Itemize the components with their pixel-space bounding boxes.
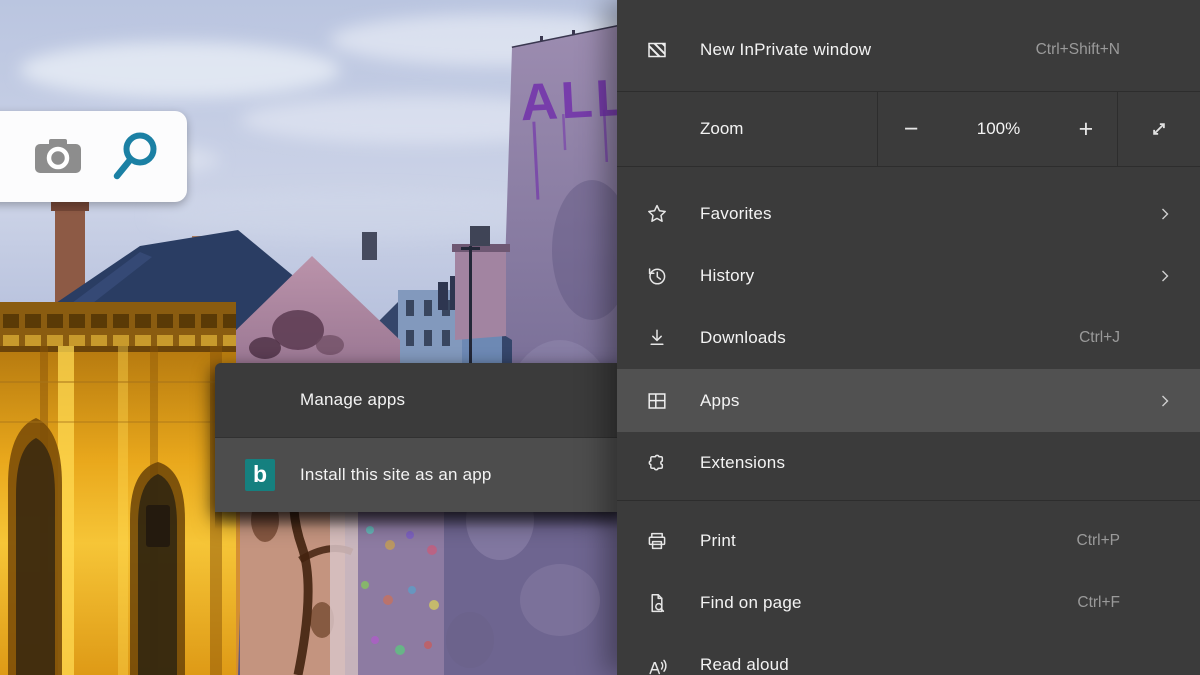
star-icon bbox=[645, 202, 669, 226]
submenu-item-label: Manage apps bbox=[300, 390, 406, 409]
menu-item-read-aloud[interactable]: Read aloud bbox=[617, 634, 1200, 675]
shortcut-hint: Ctrl+Shift+N bbox=[1035, 40, 1120, 58]
menu-item-label: Print bbox=[700, 531, 736, 550]
menu-item-zoom: Zoom − 100% + bbox=[617, 92, 1200, 166]
fullscreen-icon bbox=[1153, 123, 1165, 135]
apps-icon bbox=[645, 389, 669, 413]
puzzle-icon bbox=[645, 451, 669, 475]
search-icon bbox=[113, 132, 157, 179]
shortcut-hint: Ctrl+P bbox=[1076, 532, 1121, 549]
submenu-item-label: Install this site as an app bbox=[300, 465, 492, 484]
menu-item-history[interactable]: History bbox=[617, 245, 1200, 307]
submenu-item-manage-apps[interactable]: Manage apps bbox=[215, 363, 624, 437]
submenu-item-install-site-as-app[interactable]: b Install this site as an app bbox=[215, 438, 624, 512]
zoom-in-button[interactable]: + bbox=[1071, 109, 1101, 149]
menu-item-label: Find on page bbox=[700, 593, 802, 612]
search-button[interactable] bbox=[109, 130, 163, 184]
screenshot: ALL Manage apps b Install this site as a… bbox=[0, 0, 1200, 675]
zoom-out-button[interactable]: − bbox=[896, 109, 926, 149]
separator bbox=[617, 500, 1200, 501]
zoom-level-value: 100% bbox=[976, 119, 1021, 138]
menu-item-label: New InPrivate window bbox=[700, 39, 872, 59]
edge-settings-menu: New InPrivate window Ctrl+Shift+N Zoom −… bbox=[617, 0, 1200, 675]
bing-search-pill bbox=[0, 111, 187, 202]
find-on-page-icon bbox=[645, 591, 669, 615]
apps-submenu: Manage apps b Install this site as an ap… bbox=[215, 363, 624, 512]
zoom-label: Zoom bbox=[700, 119, 744, 138]
shortcut-hint: Ctrl+F bbox=[1077, 594, 1120, 611]
read-aloud-icon bbox=[645, 653, 669, 675]
menu-item-print[interactable]: Print Ctrl+P bbox=[617, 510, 1200, 572]
download-icon bbox=[645, 326, 669, 350]
chevron-right-icon bbox=[1157, 268, 1173, 284]
graffiti-text: ALL bbox=[519, 69, 632, 133]
menu-item-apps[interactable]: Apps bbox=[617, 369, 1200, 432]
menu-item-label: Downloads bbox=[700, 328, 786, 347]
menu-item-favorites[interactable]: Favorites bbox=[617, 183, 1200, 245]
menu-item-label: Read aloud bbox=[700, 655, 789, 674]
chevron-right-icon bbox=[1157, 393, 1173, 409]
menu-item-label: Extensions bbox=[700, 453, 786, 472]
menu-item-extensions[interactable]: Extensions bbox=[617, 432, 1200, 494]
camera-icon bbox=[35, 138, 81, 173]
menu-item-downloads[interactable]: Downloads Ctrl+J bbox=[617, 307, 1200, 369]
fullscreen-button[interactable] bbox=[1146, 116, 1172, 142]
menu-item-new-inprivate-window[interactable]: New InPrivate window Ctrl+Shift+N bbox=[617, 0, 1200, 91]
bing-icon: b bbox=[245, 459, 275, 491]
chevron-right-icon bbox=[1157, 206, 1173, 222]
printer-icon bbox=[645, 529, 669, 553]
history-icon bbox=[645, 264, 669, 288]
menu-item-label: Apps bbox=[700, 390, 740, 410]
inprivate-icon bbox=[645, 38, 669, 62]
menu-item-label: History bbox=[700, 266, 755, 285]
menu-item-find-on-page[interactable]: Find on page Ctrl+F bbox=[617, 572, 1200, 634]
menu-item-label: Favorites bbox=[700, 204, 772, 223]
shortcut-hint: Ctrl+J bbox=[1079, 329, 1120, 346]
camera-search-button[interactable] bbox=[33, 136, 83, 178]
